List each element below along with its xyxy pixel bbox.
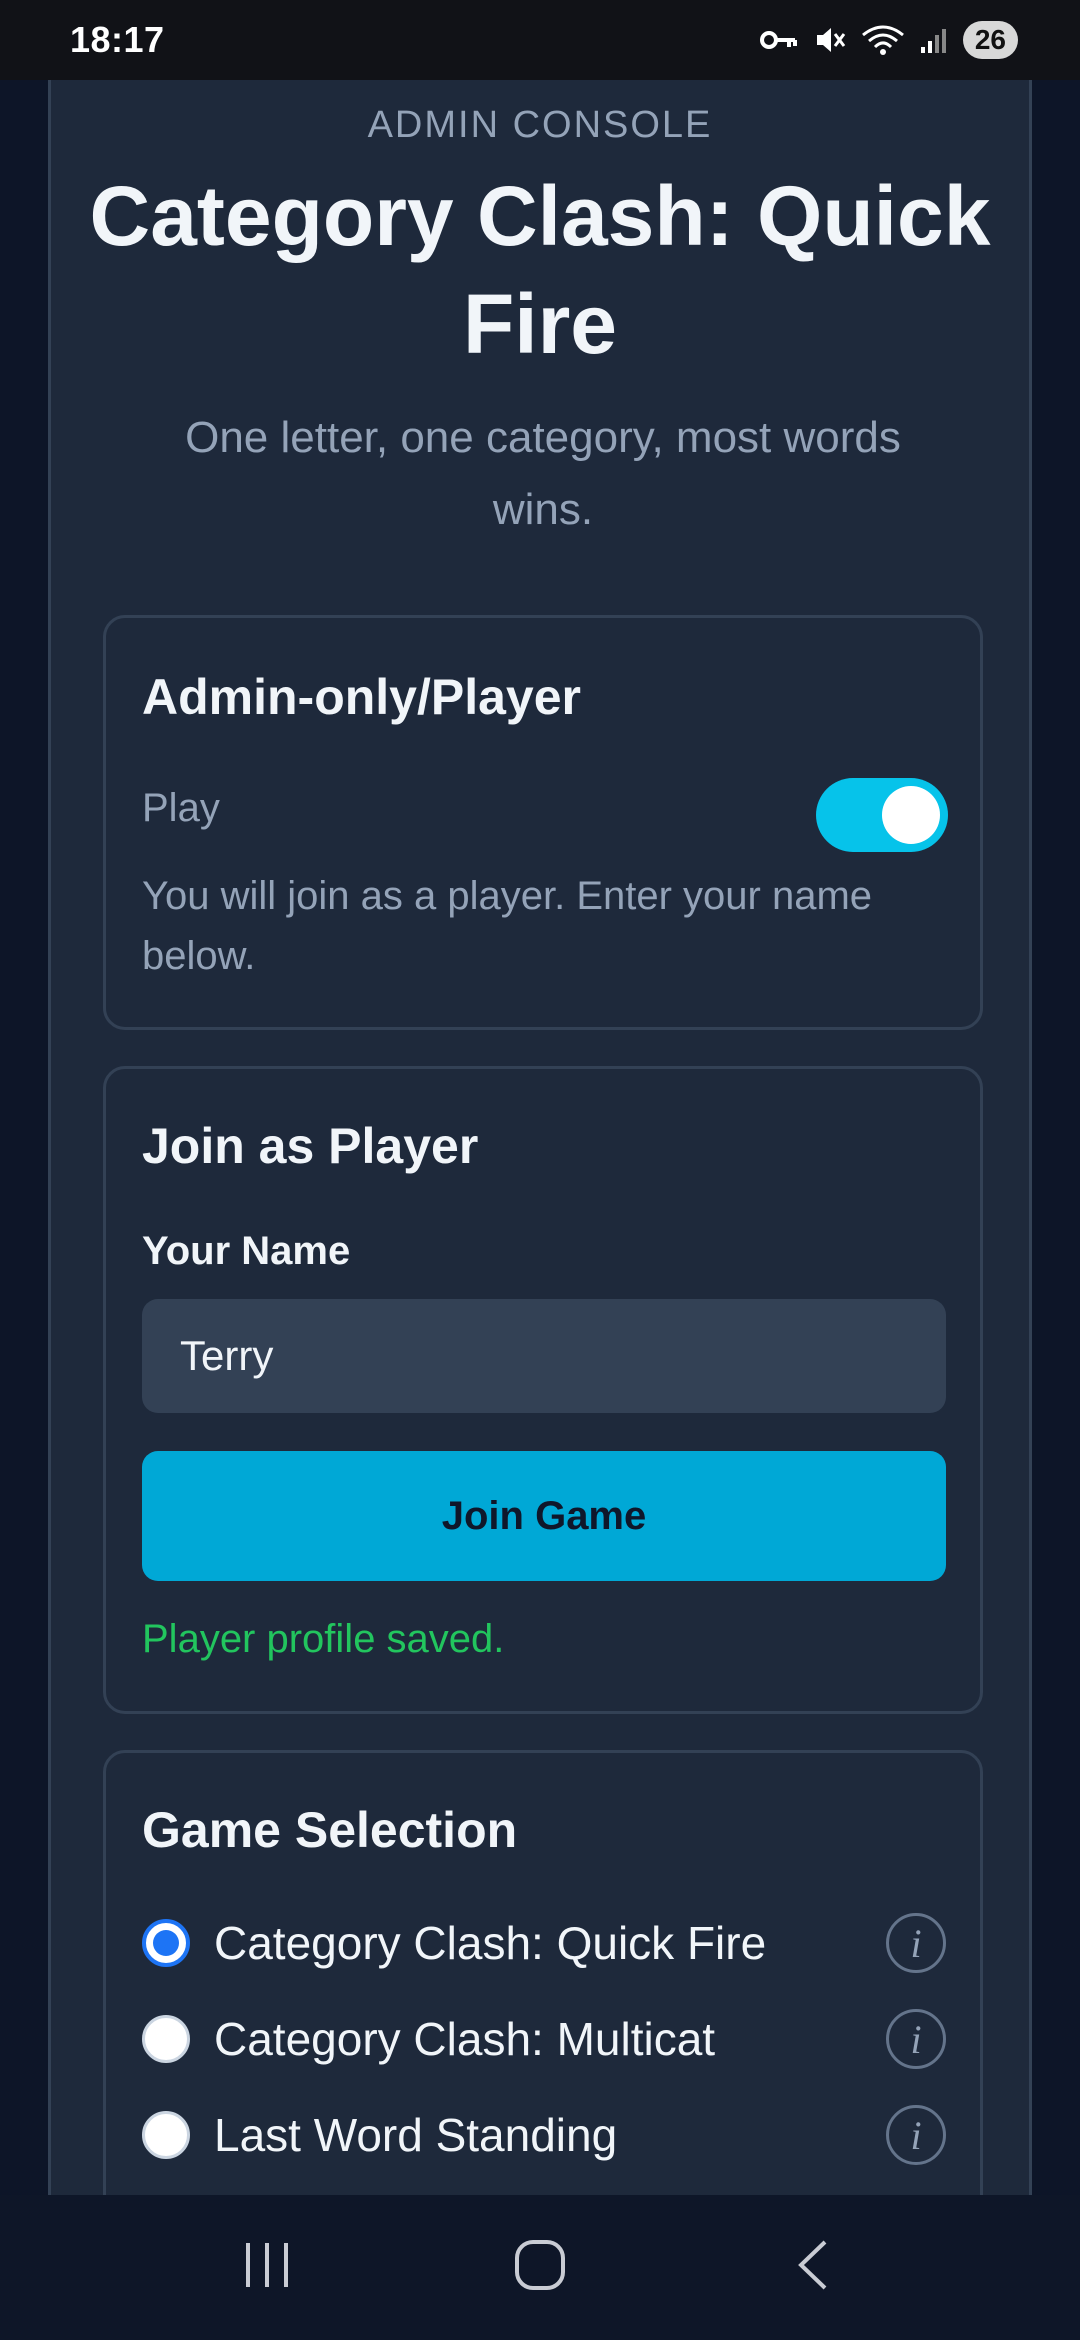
home-button[interactable] bbox=[480, 2218, 600, 2318]
info-icon[interactable]: i bbox=[886, 1913, 946, 1973]
status-bar: 18:17 26 bbox=[0, 0, 1080, 80]
page: ADMIN CONSOLE Category Clash: Quick Fire… bbox=[0, 80, 1080, 2195]
join-card: Join as Player Your Name Join Game Playe… bbox=[103, 1066, 983, 1714]
page-title: Category Clash: Quick Fire bbox=[89, 169, 991, 371]
radio-quick-fire[interactable] bbox=[142, 1919, 190, 1967]
mode-card: Admin-only/Player Play You will join as … bbox=[103, 615, 983, 1030]
play-toggle[interactable] bbox=[816, 778, 948, 852]
eyebrow-label: ADMIN CONSOLE bbox=[367, 104, 713, 146]
game-option-multicat[interactable]: Category Clash: Multicat i bbox=[142, 2004, 946, 2074]
info-icon[interactable]: i bbox=[886, 2105, 946, 2165]
game-option-label: Last Word Standing bbox=[214, 2109, 618, 2161]
game-option-label: Category Clash: Multicat bbox=[214, 2013, 716, 2065]
game-option-last-word[interactable]: Last Word Standing i bbox=[142, 2100, 946, 2170]
status-message: Player profile saved. bbox=[142, 1617, 505, 1661]
name-input[interactable] bbox=[142, 1299, 946, 1413]
mute-icon bbox=[813, 23, 847, 57]
wifi-icon bbox=[861, 23, 905, 57]
back-button[interactable] bbox=[753, 2218, 873, 2318]
radio-last-word[interactable] bbox=[142, 2111, 190, 2159]
join-card-heading: Join as Player bbox=[142, 1118, 479, 1174]
recent-apps-icon bbox=[242, 2241, 292, 2294]
play-toggle-label: Play bbox=[142, 786, 220, 830]
status-icons: 26 bbox=[759, 21, 1018, 59]
game-selection-heading: Game Selection bbox=[142, 1802, 518, 1858]
back-icon bbox=[793, 2238, 833, 2297]
toggle-knob bbox=[882, 786, 940, 844]
admin-panel: ADMIN CONSOLE Category Clash: Quick Fire… bbox=[48, 80, 1032, 2195]
signal-icon bbox=[919, 25, 949, 55]
game-selection-card: Game Selection Category Clash: Quick Fir… bbox=[103, 1750, 983, 2195]
mode-card-heading: Admin-only/Player bbox=[142, 669, 581, 725]
name-field-label: Your Name bbox=[142, 1229, 351, 1273]
mode-help-text: You will join as a player. Enter your na… bbox=[142, 874, 873, 978]
join-game-button[interactable]: Join Game bbox=[142, 1451, 946, 1581]
system-nav-bar bbox=[0, 2195, 1080, 2340]
battery-indicator: 26 bbox=[962, 21, 1018, 59]
page-subtitle: One letter, one category, most words win… bbox=[185, 413, 901, 534]
game-option-quick-fire[interactable]: Category Clash: Quick Fire i bbox=[142, 1908, 946, 1978]
status-time: 18:17 bbox=[70, 19, 165, 60]
home-icon bbox=[513, 2238, 567, 2297]
game-option-label: Category Clash: Quick Fire bbox=[214, 1917, 767, 1969]
info-icon[interactable]: i bbox=[886, 2009, 946, 2069]
radio-multicat[interactable] bbox=[142, 2015, 190, 2063]
recent-apps-button[interactable] bbox=[207, 2218, 327, 2318]
vpn-key-icon bbox=[759, 26, 799, 54]
